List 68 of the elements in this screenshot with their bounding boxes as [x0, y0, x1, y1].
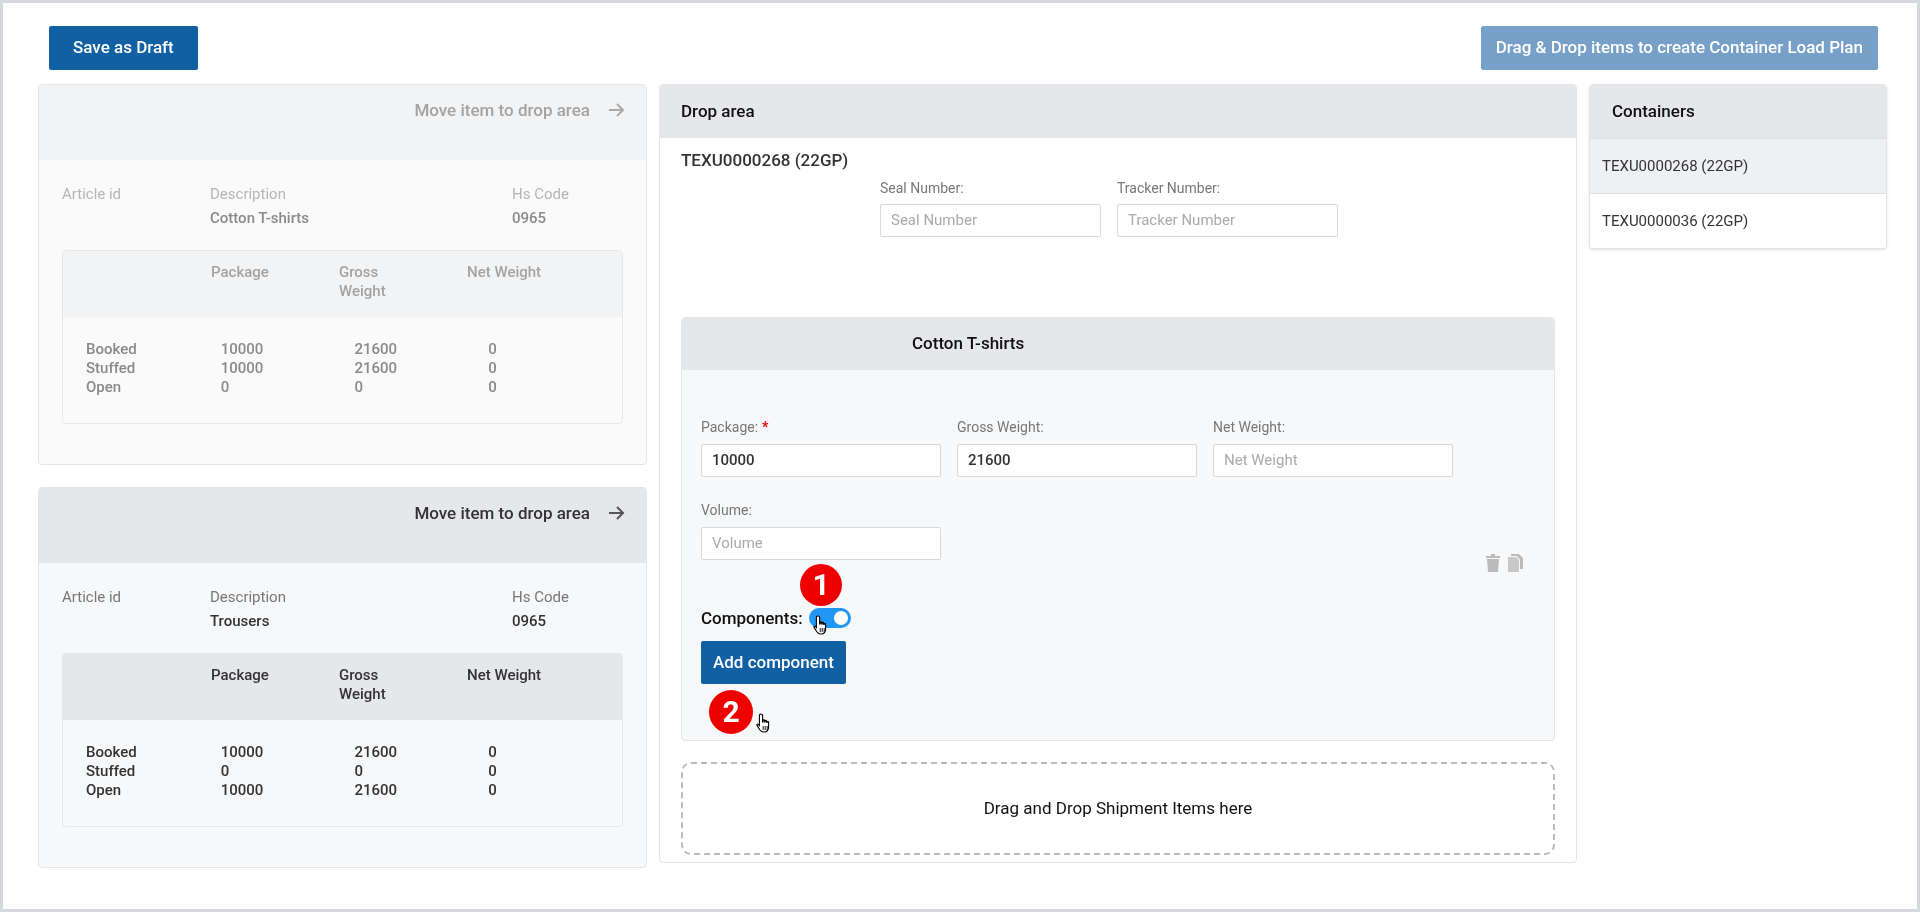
input-field[interactable]: 10000: [701, 443, 941, 477]
hs-code-value: 0965: [512, 208, 548, 229]
field-label: Description: [210, 587, 287, 608]
table-cell-text: 0: [220, 762, 231, 781]
input-field[interactable]: Net Weight: [1213, 443, 1453, 477]
row-label: Open: [86, 781, 123, 800]
field-label: Hs Code: [512, 184, 569, 205]
table-cell-text: 0: [354, 762, 364, 781]
row-label: Booked: [86, 340, 138, 359]
field-label: Description: [210, 184, 287, 205]
column-header: Net Weight: [467, 666, 543, 686]
input-field[interactable]: Volume: [701, 526, 941, 560]
required-mark: *: [762, 418, 769, 437]
field-label: Tracker Number:: [1117, 178, 1222, 198]
field-label: Package:: [701, 418, 759, 437]
column-header: Package: [211, 666, 270, 686]
column-header: Net Weight: [467, 263, 543, 283]
field-label: Article id: [62, 184, 123, 205]
table-cell-text: 0: [354, 378, 364, 397]
table-cell-text: 10000: [220, 340, 265, 359]
input-field[interactable]: 21600: [957, 443, 1197, 477]
table-cell-text: 0: [220, 378, 231, 397]
field-label: Hs Code: [512, 587, 569, 608]
field-label: Net Weight:: [1213, 418, 1286, 437]
step-badge: 2: [709, 689, 753, 734]
input-field[interactable]: Seal Number: [880, 203, 1101, 237]
table-cell-text: 10000: [220, 359, 265, 378]
description-value: Trousers: [210, 611, 271, 632]
column-header: Package: [211, 263, 270, 283]
table-cell-text: 21600: [354, 340, 399, 359]
drop-zone-text: Drag and Drop Shipment Items here: [983, 796, 1253, 820]
container-item[interactable]: TEXU0000036 (22GP): [1590, 193, 1886, 248]
table-cell-text: 0: [488, 359, 498, 378]
table-cell-text: 21600: [354, 359, 399, 378]
components-label: Components:: [701, 606, 803, 630]
table-cell-text: 0: [488, 340, 498, 359]
panel-title: Containers: [1612, 99, 1695, 123]
field-label: Volume:: [701, 501, 752, 520]
step-badge: 1: [800, 563, 842, 606]
column-header: Gross Weight: [339, 666, 387, 705]
move-item-button[interactable]: Move item to drop area: [414, 501, 626, 563]
copy-icon[interactable]: [1508, 553, 1523, 572]
table-cell-text: 21600: [354, 743, 399, 762]
column-header: Gross Weight: [339, 263, 387, 302]
field-label: Article id: [62, 587, 123, 608]
container-item[interactable]: TEXU0000268 (22GP): [1590, 138, 1886, 193]
add-component-button[interactable]: Add component: [701, 641, 846, 684]
container-name: TEXU0000268 (22GP): [681, 149, 850, 172]
table-cell-text: 0: [488, 781, 498, 800]
trash-icon[interactable]: [1486, 553, 1500, 572]
table-cell-text: 0: [488, 762, 498, 781]
save-draft-button[interactable]: Save as Draft: [49, 26, 198, 70]
table-cell-text: 10000: [220, 743, 265, 762]
row-label: Stuffed: [86, 762, 137, 781]
field-label: Gross Weight:: [957, 418, 1044, 437]
hs-code-value: 0965: [512, 611, 548, 632]
row-label: Booked: [86, 743, 138, 762]
table-cell-text: 0: [488, 378, 498, 397]
description-value: Cotton T-shirts: [210, 208, 311, 229]
input-field[interactable]: Tracker Number: [1117, 203, 1338, 237]
card-title: Cotton T-shirts: [912, 331, 1025, 355]
table-cell-text: 21600: [354, 781, 399, 800]
field-label: Seal Number:: [880, 178, 965, 198]
row-label: Open: [86, 378, 123, 397]
table-cell-text: 0: [488, 743, 498, 762]
panel-title: Drop area: [681, 99, 755, 123]
row-label: Stuffed: [86, 359, 137, 378]
table-cell-text: 10000: [220, 781, 265, 800]
